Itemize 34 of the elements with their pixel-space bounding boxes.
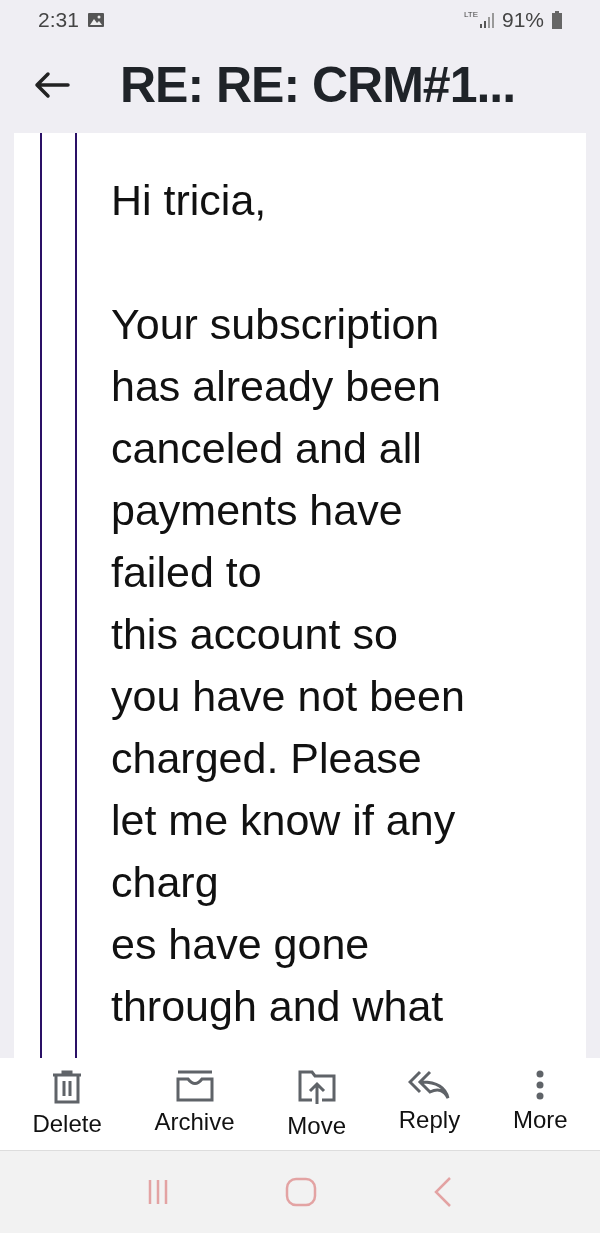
message-line: Hi tricia,: [111, 175, 267, 226]
home-icon[interactable]: [285, 1177, 317, 1207]
trash-icon: [52, 1070, 83, 1104]
message-line: through and what: [111, 981, 444, 1032]
message-line: failed to: [111, 547, 262, 598]
message-line: has already been: [111, 361, 441, 412]
message-line: this account so: [111, 609, 398, 660]
message-line: Your subscription: [111, 299, 440, 350]
reply-button[interactable]: Reply: [398, 1058, 461, 1150]
message-line: es have gone: [111, 919, 370, 970]
message-line: canceled and all: [111, 423, 422, 474]
message-line: charged. Please: [111, 733, 422, 784]
image-icon: [86, 12, 105, 28]
message-line: you have not been: [111, 671, 465, 722]
network-label: LTE: [463, 10, 478, 19]
more-button[interactable]: More: [512, 1058, 568, 1150]
reply-all-icon: [408, 1070, 451, 1100]
status-time: 2:31: [38, 8, 79, 32]
message-line: payments have: [111, 485, 403, 536]
tray-icon: [175, 1070, 214, 1102]
battery-icon: [552, 11, 562, 29]
email-subject: RE: RE: CRM#1...: [120, 56, 516, 114]
delete-button[interactable]: Delete: [32, 1058, 102, 1150]
back-icon[interactable]: [433, 1176, 452, 1208]
back-arrow-icon[interactable]: [34, 71, 70, 99]
move-button[interactable]: Move: [287, 1058, 346, 1150]
message-line: let me know if any: [111, 795, 456, 846]
more-icon: [536, 1070, 545, 1100]
battery-percent: 91%: [501, 8, 544, 32]
recent-apps-icon[interactable]: [148, 1178, 169, 1206]
signal-icon: [479, 12, 494, 28]
archive-button[interactable]: Archive: [154, 1058, 235, 1150]
message-line: charg: [111, 857, 219, 908]
folder-upload-icon: [297, 1070, 336, 1106]
